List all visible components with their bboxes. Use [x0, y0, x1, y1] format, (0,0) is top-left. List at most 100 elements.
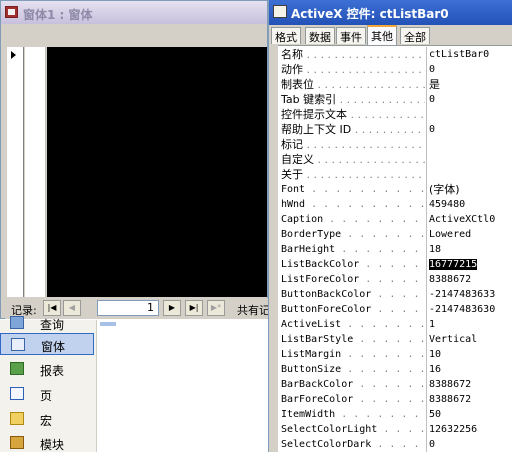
macro-icon [10, 412, 24, 425]
property-row[interactable]: BarForeColor 8388672 [278, 392, 512, 407]
tab-data[interactable]: 数据 [305, 27, 335, 44]
tab-format[interactable]: 格式 [271, 27, 301, 44]
property-row[interactable]: 关于 [278, 167, 512, 182]
property-value[interactable] [426, 137, 512, 152]
property-row[interactable]: SelectColorDark 0 [278, 437, 512, 452]
object-item-macro[interactable]: 宏 [0, 408, 94, 430]
property-row[interactable]: Caption ActiveXCtl0 [278, 212, 512, 227]
object-item-label: 查询 [40, 318, 65, 332]
property-row[interactable]: Tab 键索引 0 [278, 92, 512, 107]
property-row[interactable]: SelectColorLight 12632256 [278, 422, 512, 437]
property-value-text: 0 [429, 124, 436, 135]
property-name: Font [281, 182, 425, 197]
property-value[interactable]: 8388672 [426, 272, 512, 287]
listbar-control-edge[interactable] [25, 47, 46, 297]
property-row[interactable]: BarHeight 18 [278, 242, 512, 257]
property-value[interactable]: 0 [426, 92, 512, 107]
form-icon [11, 338, 25, 351]
property-row[interactable]: ButtonSize 16 [278, 362, 512, 377]
property-row[interactable]: ListBarStyle Vertical [278, 332, 512, 347]
new-record-button[interactable]: ▶* [207, 300, 225, 316]
property-value-text: -2147483633 [429, 289, 496, 300]
property-value-text: (字体) [429, 183, 460, 196]
property-name: 控件提示文本 [281, 107, 425, 122]
property-value[interactable]: 是 [426, 77, 512, 92]
property-value[interactable] [426, 167, 512, 182]
property-value[interactable]: 0 [426, 62, 512, 77]
object-item-module[interactable]: 模块 [0, 432, 94, 454]
property-value-text: 16777215 [429, 259, 478, 270]
property-value[interactable]: 12632256 [426, 422, 512, 437]
object-item-form[interactable]: 窗体 [0, 333, 94, 355]
property-value-text: 1 [429, 319, 436, 330]
property-row[interactable]: Font (字体) [278, 182, 512, 197]
property-name-text: 帮助上下文 ID [281, 123, 352, 136]
property-value[interactable]: -2147483630 [426, 302, 512, 317]
object-area-marker [100, 322, 116, 326]
property-row[interactable]: 标记 [278, 137, 512, 152]
property-value[interactable]: ctListBar0 [426, 47, 512, 62]
object-item-report[interactable]: 报表 [0, 358, 94, 380]
record-number-field[interactable]: 1 [97, 300, 159, 316]
current-record-arrow-icon [11, 51, 16, 59]
tab-other[interactable]: 其他 [367, 25, 397, 45]
property-value[interactable]: 16777215 [426, 257, 512, 272]
next-record-button[interactable]: ▶ [163, 300, 181, 316]
property-value[interactable]: -2147483633 [426, 287, 512, 302]
tab-all[interactable]: 全部 [400, 27, 430, 44]
property-row[interactable]: 制表位 是 [278, 77, 512, 92]
property-name: ButtonForeColor [281, 302, 425, 317]
form-title-bar[interactable]: 窗体1 : 窗体 [1, 1, 267, 24]
property-row[interactable]: BorderType Lowered [278, 227, 512, 242]
property-value[interactable]: 8388672 [426, 377, 512, 392]
property-value-text: -2147483630 [429, 304, 496, 315]
property-row[interactable]: BarBackColor 8388672 [278, 377, 512, 392]
property-name: 关于 [281, 167, 425, 182]
property-sheet-title-bar[interactable]: ActiveX 控件: ctListBar0 [269, 0, 512, 25]
property-row[interactable]: hWnd 459480 [278, 197, 512, 212]
property-name: 制表位 [281, 77, 425, 92]
property-value-text: 0 [429, 439, 436, 450]
property-name-text: 自定义 [281, 153, 314, 166]
property-value[interactable]: Vertical [426, 332, 512, 347]
property-row[interactable]: ButtonBackColor -2147483633 [278, 287, 512, 302]
property-value[interactable] [426, 107, 512, 122]
tab-event[interactable]: 事件 [336, 27, 366, 44]
property-row[interactable]: ButtonForeColor -2147483630 [278, 302, 512, 317]
last-record-button[interactable]: ▶| [185, 300, 203, 316]
property-row[interactable]: 自定义 [278, 152, 512, 167]
object-item-page[interactable]: 页 [0, 383, 94, 405]
property-value-text: 459480 [429, 199, 466, 210]
property-value[interactable]: (字体) [426, 182, 512, 197]
property-name-text: ListMargin [281, 349, 342, 360]
property-value[interactable]: Lowered [426, 227, 512, 242]
property-row[interactable]: ItemWidth 50 [278, 407, 512, 422]
property-row[interactable]: ListBackColor 16777215 [278, 257, 512, 272]
property-row[interactable]: ActiveList 1 [278, 317, 512, 332]
property-row[interactable]: 动作 0 [278, 62, 512, 77]
activex-listbar-control[interactable] [47, 47, 267, 297]
property-row[interactable]: 控件提示文本 [278, 107, 512, 122]
property-value[interactable]: 16 [426, 362, 512, 377]
property-value[interactable]: 0 [426, 437, 512, 452]
property-row[interactable]: 帮助上下文 ID 0 [278, 122, 512, 137]
property-value-text: 10 [429, 349, 442, 360]
property-value[interactable]: 18 [426, 242, 512, 257]
property-value[interactable] [426, 152, 512, 167]
object-item-query[interactable]: 查询 [0, 312, 94, 334]
property-name-text: 关于 [281, 168, 303, 181]
record-selector[interactable] [7, 47, 24, 297]
property-value[interactable]: 1 [426, 317, 512, 332]
property-value[interactable]: 0 [426, 122, 512, 137]
module-icon [10, 436, 24, 449]
object-item-label: 模块 [40, 438, 65, 452]
property-value[interactable]: 459480 [426, 197, 512, 212]
property-value[interactable]: 8388672 [426, 392, 512, 407]
property-name-text: ActiveList [281, 319, 342, 330]
property-row[interactable]: ListForeColor 8388672 [278, 272, 512, 287]
property-row[interactable]: ListMargin 10 [278, 347, 512, 362]
property-value[interactable]: 50 [426, 407, 512, 422]
property-row[interactable]: 名称 ctListBar0 [278, 47, 512, 62]
property-value[interactable]: ActiveXCtl0 [426, 212, 512, 227]
property-value[interactable]: 10 [426, 347, 512, 362]
